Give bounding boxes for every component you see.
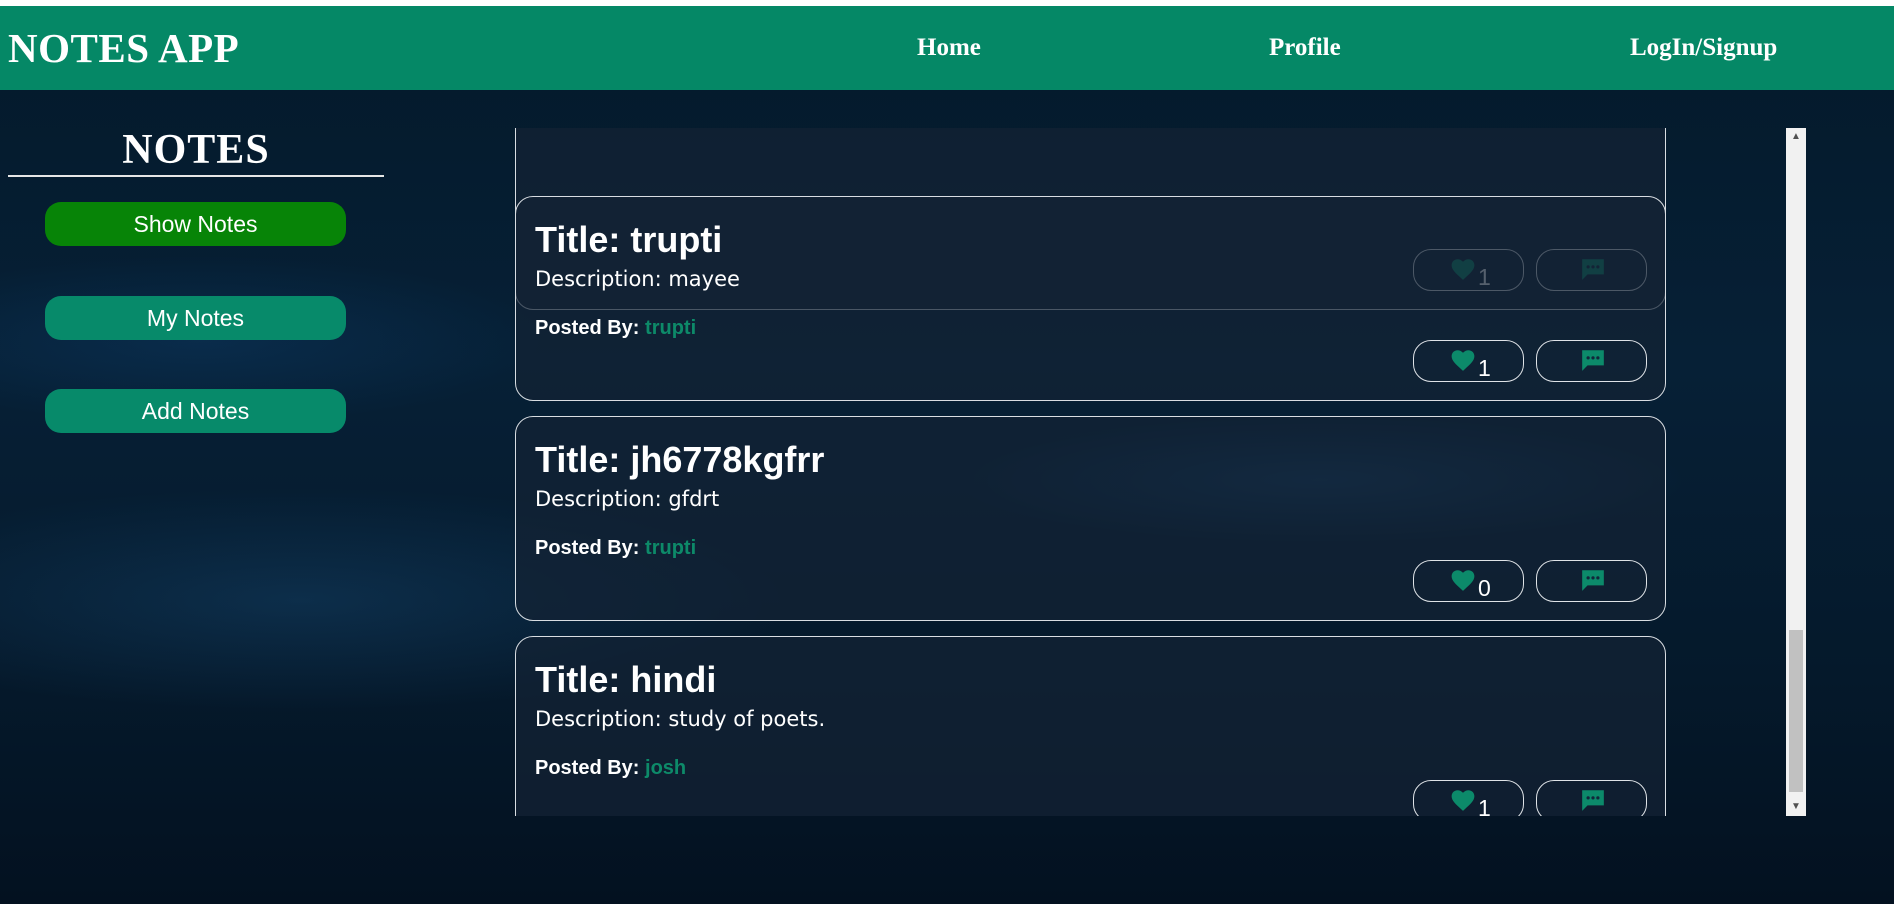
notes-feed[interactable]: 1 Title: trupti Description: mayee Poste…: [514, 128, 1669, 816]
note-posted-by: Posted By: josh: [535, 757, 686, 780]
my-notes-button[interactable]: My Notes: [45, 296, 346, 340]
note-card: Title: jh6778kgfrr Description: gfdrt Po…: [515, 416, 1666, 621]
nav-login-signup-link[interactable]: LogIn/Signup: [1630, 6, 1777, 90]
note-description: Description: study of poets.: [535, 707, 826, 731]
heart-icon: [1451, 790, 1475, 811]
nav-home-link[interactable]: Home: [917, 6, 981, 90]
navbar: NOTES APP Home Profile LogIn/Signup: [0, 6, 1894, 90]
scroll-up-arrow-icon[interactable]: ▲: [1786, 128, 1806, 146]
posted-by-label: Posted By:: [535, 317, 640, 339]
comment-button[interactable]: [1536, 560, 1647, 602]
like-button[interactable]: 1: [1413, 340, 1524, 382]
comment-dots-icon: [1582, 350, 1604, 371]
note-title: Title: hindi: [535, 659, 717, 700]
posted-by-label: Posted By:: [535, 537, 640, 559]
like-button[interactable]: 0: [1413, 560, 1524, 602]
note-title: Title: jh6778kgfrr: [535, 439, 825, 480]
note-description: Description: gfdrt: [535, 487, 720, 511]
like-count: 1: [1478, 795, 1491, 816]
heart-icon: [1451, 350, 1475, 371]
add-notes-button[interactable]: Add Notes: [45, 389, 346, 433]
sidebar-divider: [8, 175, 384, 177]
comment-button[interactable]: [1536, 340, 1647, 382]
note-posted-by: Posted By: trupti: [535, 537, 696, 560]
comment-button[interactable]: [1536, 780, 1647, 816]
note-card: Title: hindi Description: study of poets…: [515, 636, 1666, 816]
like-count: 1: [1478, 355, 1491, 381]
note-card: Title: trupti Description: mayee Posted …: [515, 196, 1666, 401]
heart-icon: [1451, 570, 1475, 591]
comment-dots-icon: [1582, 790, 1604, 811]
scroll-thumb[interactable]: [1789, 630, 1803, 792]
note-author-link[interactable]: trupti: [645, 317, 696, 339]
note-posted-by: Posted By: trupti: [535, 317, 696, 340]
note-title: Title: trupti: [535, 219, 723, 260]
nav-profile-link[interactable]: Profile: [1269, 6, 1341, 90]
note-author-link[interactable]: trupti: [645, 537, 696, 559]
show-notes-button[interactable]: Show Notes: [45, 202, 346, 246]
note-description: Description: mayee: [535, 267, 740, 291]
comment-dots-icon: [1582, 570, 1604, 591]
scroll-down-arrow-icon[interactable]: ▼: [1786, 798, 1806, 816]
like-button[interactable]: 1: [1413, 780, 1524, 816]
posted-by-label: Posted By:: [535, 757, 640, 779]
app-brand[interactable]: NOTES APP: [8, 6, 239, 90]
note-author-link[interactable]: josh: [645, 757, 686, 779]
like-count: 0: [1478, 575, 1491, 601]
feed-scrollbar[interactable]: ▲ ▼: [1786, 128, 1806, 816]
sidebar-title: NOTES: [122, 127, 270, 173]
